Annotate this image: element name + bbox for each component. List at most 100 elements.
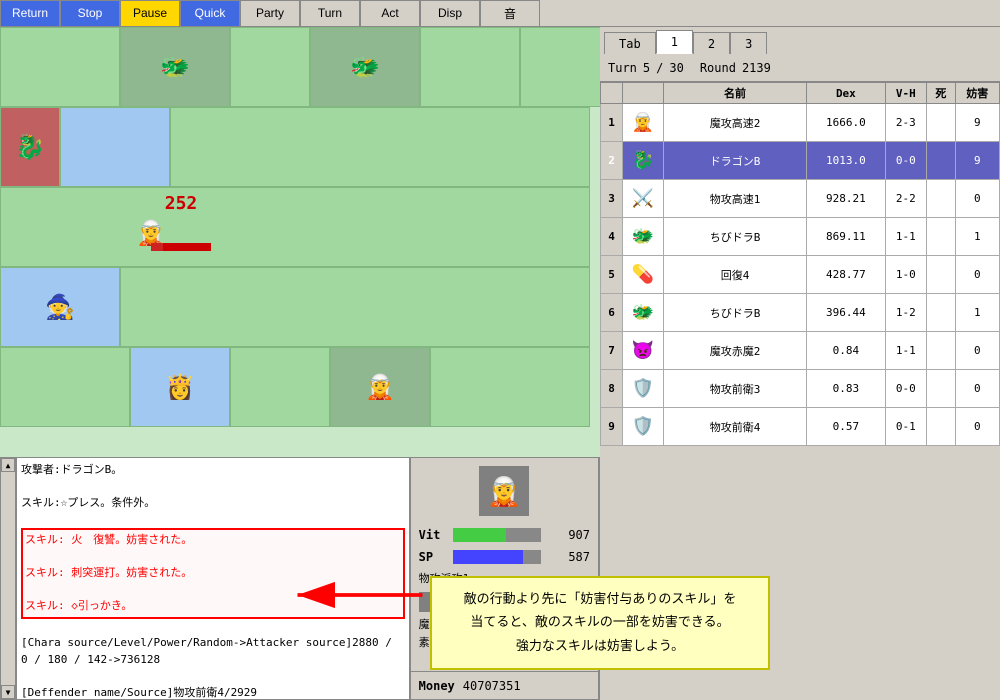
skill-line1: スキル:☆プレス。条件外。 <box>21 495 405 512</box>
log-scrollbar[interactable]: ▲ ▼ <box>0 457 16 700</box>
row-name-4: ちびドラB <box>664 218 807 256</box>
row-dead-5 <box>927 256 956 294</box>
tab-1[interactable]: 1 <box>656 30 693 54</box>
row-hinder-2: 9 <box>955 142 999 180</box>
tooltip-line2: 当てると、敵のスキルの一部を妨害できる。 <box>447 611 753 634</box>
col-icon <box>623 83 664 104</box>
ally-sprite-2: 🧙 <box>40 287 80 327</box>
party-button[interactable]: Party <box>240 0 300 27</box>
row-name-3: 物攻高速1 <box>664 180 807 218</box>
tab-2[interactable]: 2 <box>693 32 730 54</box>
tabs-row: Tab 1 2 3 <box>600 27 1000 54</box>
table-row[interactable]: 4🐲ちびドラB869.111-11 <box>601 218 1000 256</box>
row-vh-2: 0-0 <box>885 142 926 180</box>
col-dex: Dex <box>807 83 886 104</box>
table-row[interactable]: 6🐲ちびドラB396.441-21 <box>601 294 1000 332</box>
enemy-sprite-2: 🐲 <box>345 47 385 87</box>
sp-value: 587 <box>545 550 590 564</box>
table-row[interactable]: 9🛡️物攻前衛40.570-10 <box>601 408 1000 446</box>
table-row[interactable]: 8🛡️物攻前衛30.830-00 <box>601 370 1000 408</box>
table-row[interactable]: 5💊回復4428.771-00 <box>601 256 1000 294</box>
row-dead-6 <box>927 294 956 332</box>
vit-value: 907 <box>545 528 590 542</box>
round-val: 2139 <box>742 61 771 75</box>
table-row[interactable]: 7👿魔攻赤魔20.841-10 <box>601 332 1000 370</box>
money-value: 40707351 <box>463 679 521 693</box>
row-icon-2: 🐉 <box>623 142 664 180</box>
sp-bar <box>453 550 541 564</box>
row-num-7: 7 <box>601 332 623 370</box>
battle-table: 名前 Dex V-H 死 妨害 1🧝魔攻高速21666.02-392🐉ドラゴンB… <box>600 82 1000 446</box>
table-row[interactable]: 3⚔️物攻高速1928.212-20 <box>601 180 1000 218</box>
sp-bar-fill <box>453 550 524 564</box>
turn-max: 30 <box>669 61 683 75</box>
row-dead-3 <box>927 180 956 218</box>
row-num-1: 1 <box>601 104 623 142</box>
tooltip-line1: 敵の行動より先に「妨害付与ありのスキル」を <box>447 588 753 611</box>
row-vh-7: 1-1 <box>885 332 926 370</box>
enemy-sprite-3: 🐉 <box>10 127 50 167</box>
scroll-up-btn[interactable]: ▲ <box>1 458 15 472</box>
vit-bar <box>453 528 541 542</box>
top-nav: Return Stop Pause Quick Party Turn Act D… <box>0 0 1000 27</box>
row-name-2: ドラゴンB <box>664 142 807 180</box>
quick-button[interactable]: Quick <box>180 0 240 27</box>
act-button[interactable]: Act <box>360 0 420 27</box>
col-name: 名前 <box>664 83 807 104</box>
turn-button[interactable]: Turn <box>300 0 360 27</box>
tooltip-arrow <box>280 570 440 620</box>
stop-button[interactable]: Stop <box>60 0 120 27</box>
table-row[interactable]: 2🐉ドラゴンB1013.00-09 <box>601 142 1000 180</box>
row-icon-1: 🧝 <box>623 104 664 142</box>
attacker-line: 攻撃者:ドラゴンB。 <box>21 462 405 479</box>
char-sprite: 🧝 <box>479 466 529 516</box>
sp-label: SP <box>419 550 449 564</box>
row-name-6: ちびドラB <box>664 294 807 332</box>
vit-label: Vit <box>419 528 449 542</box>
row-dead-4 <box>927 218 956 256</box>
row-vh-9: 0-1 <box>885 408 926 446</box>
round-label: Round <box>700 61 736 75</box>
ally-sprite-3: 👸 <box>160 367 200 407</box>
row-hinder-3: 0 <box>955 180 999 218</box>
turn-sep: / <box>656 61 663 75</box>
pause-button[interactable]: Pause <box>120 0 180 27</box>
row-icon-9: 🛡️ <box>623 408 664 446</box>
row-num-6: 6 <box>601 294 623 332</box>
row-dex-4: 869.11 <box>807 218 886 256</box>
enemy-sprite-1: 🐲 <box>155 47 195 87</box>
return-button[interactable]: Return <box>0 0 60 27</box>
row-name-5: 回復4 <box>664 256 807 294</box>
row-hinder-7: 0 <box>955 332 999 370</box>
turn-info: Turn 5 / 30 Round 2139 <box>600 54 1000 82</box>
row-name-8: 物攻前衛3 <box>664 370 807 408</box>
vit-bar-fill <box>453 528 506 542</box>
row-dead-8 <box>927 370 956 408</box>
row-dead-9 <box>927 408 956 446</box>
col-hinder: 妨害 <box>955 83 999 104</box>
col-dead: 死 <box>927 83 956 104</box>
row-icon-5: 💊 <box>623 256 664 294</box>
char-sprite-area: 🧝 <box>411 458 598 524</box>
row-dead-7 <box>927 332 956 370</box>
row-dex-2: 1013.0 <box>807 142 886 180</box>
turn-label: Turn <box>608 61 637 75</box>
row-hinder-5: 0 <box>955 256 999 294</box>
row-icon-3: ⚔️ <box>623 180 664 218</box>
money-label: Money <box>419 679 455 693</box>
vit-row: Vit 907 <box>411 524 598 546</box>
tab-tab[interactable]: Tab <box>604 32 656 54</box>
row-dex-1: 1666.0 <box>807 104 886 142</box>
tooltip-line3: 強力なスキルは妨害しよう。 <box>447 635 753 658</box>
row-vh-8: 0-0 <box>885 370 926 408</box>
row-num-5: 5 <box>601 256 623 294</box>
row-dead-2 <box>927 142 956 180</box>
table-row[interactable]: 1🧝魔攻高速21666.02-39 <box>601 104 1000 142</box>
row-vh-5: 1-0 <box>885 256 926 294</box>
tab-3[interactable]: 3 <box>730 32 767 54</box>
disp-button[interactable]: Disp <box>420 0 480 27</box>
scroll-down-btn[interactable]: ▼ <box>1 685 15 699</box>
source-line-2: [Deffender name/Source]物攻前衛4/2929 <box>21 685 405 700</box>
sound-button[interactable]: 音 <box>480 0 540 27</box>
row-dex-8: 0.83 <box>807 370 886 408</box>
